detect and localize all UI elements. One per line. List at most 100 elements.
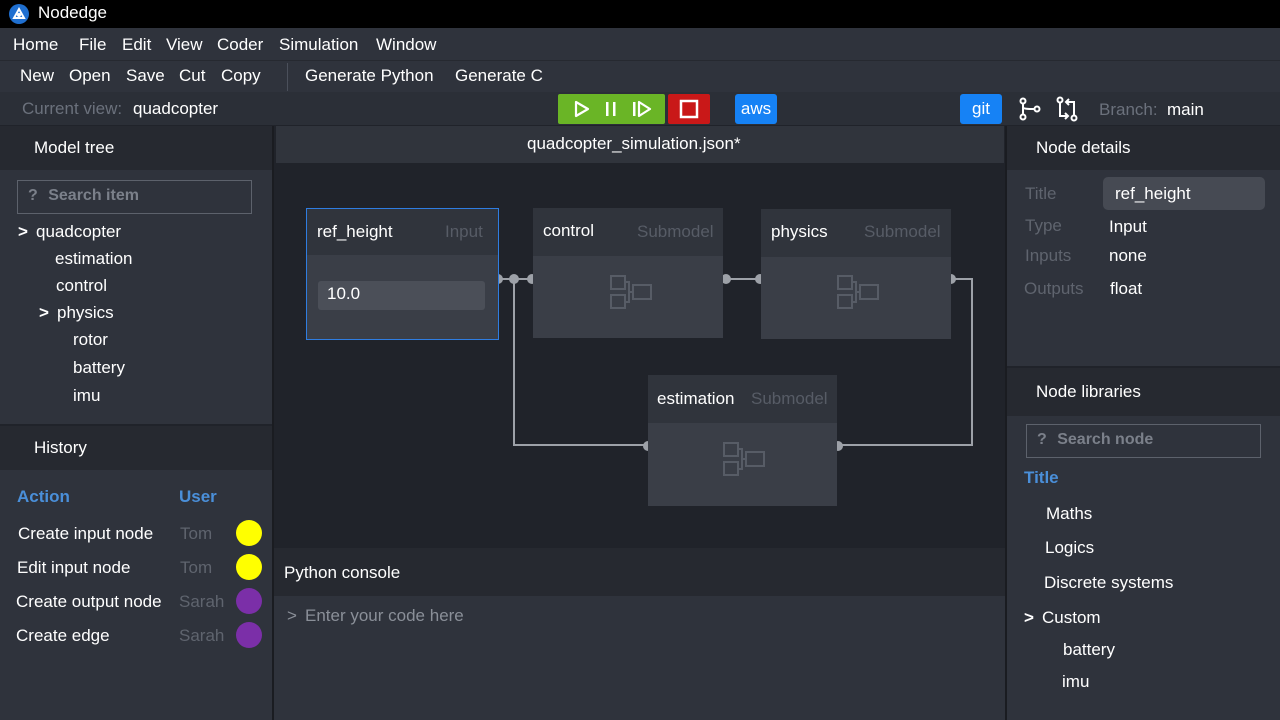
menu-bar: Home File Edit View Coder Simulation Win… [0, 28, 1280, 60]
menu-coder[interactable]: Coder [217, 35, 263, 55]
library-item-imu[interactable]: imu [1062, 672, 1089, 692]
console-header: Python console [284, 563, 401, 582]
cut-button[interactable]: Cut [179, 66, 205, 86]
git-sync-icon[interactable] [1054, 96, 1080, 122]
node-library-search-input[interactable]: ? Search node [1026, 424, 1261, 458]
title-bar [0, 0, 1280, 28]
console-input[interactable]: Enter your code here [305, 606, 464, 626]
inputs-value: none [1109, 246, 1147, 265]
step-forward-icon[interactable] [631, 100, 653, 118]
inputs-label: Inputs [1025, 246, 1072, 265]
submodel-icon [610, 275, 652, 309]
current-view-label: Current view: [22, 99, 123, 118]
menu-simulation[interactable]: Simulation [279, 35, 358, 55]
socket [509, 274, 519, 284]
console-prompt: > [287, 606, 297, 625]
submodel-icon [723, 442, 765, 476]
history-row-action[interactable]: Edit input node [17, 558, 130, 578]
history-col-action: Action [17, 487, 70, 506]
outputs-value: float [1110, 279, 1143, 298]
tree-item-rotor[interactable]: rotor [73, 330, 108, 350]
menu-home[interactable]: Home [13, 35, 58, 55]
node-title: ref_height [317, 222, 393, 241]
menu-window[interactable]: Window [376, 35, 436, 55]
menu-view[interactable]: View [166, 35, 203, 55]
history-row-action[interactable]: Create edge [16, 626, 110, 646]
title-label: Title [1025, 184, 1057, 203]
tree-item-battery[interactable]: battery [73, 358, 125, 378]
model-tree-search-input[interactable]: ? Search item [17, 180, 252, 214]
outputs-label: Outputs [1024, 279, 1084, 298]
help-icon: ? [1037, 431, 1047, 448]
tree-item-estimation[interactable]: estimation [55, 249, 132, 269]
node-physics[interactable]: physics Submodel [761, 209, 951, 339]
history-row-action[interactable]: Create output node [16, 592, 162, 612]
node-libraries-header: Node libraries [1036, 382, 1141, 401]
history-col-user: User [179, 487, 217, 506]
branch-value[interactable]: main [1167, 100, 1204, 120]
git-button[interactable]: git [960, 94, 1002, 124]
copy-button[interactable]: Copy [221, 66, 261, 86]
node-type: Input [445, 222, 483, 241]
user-avatar-dot [236, 622, 262, 648]
user-avatar-dot [236, 588, 262, 614]
history-header: History [34, 438, 87, 457]
stop-icon [679, 99, 699, 119]
help-icon: ? [28, 187, 38, 204]
user-avatar-dot [236, 554, 262, 580]
library-item-logics[interactable]: Logics [1045, 538, 1094, 558]
user-avatar-dot [236, 520, 262, 546]
tree-item-control[interactable]: control [56, 276, 107, 296]
toolbar: New Open Save Cut Copy Generate Python G… [0, 60, 1280, 92]
generate-python-button[interactable]: Generate Python [305, 66, 434, 86]
node-estimation[interactable]: estimation Submodel [648, 375, 837, 506]
file-tab[interactable]: quadcopter_simulation.json* [527, 134, 741, 154]
menu-edit[interactable]: Edit [122, 35, 151, 55]
app-title: Nodedge [38, 3, 108, 22]
submodel-icon [837, 275, 879, 309]
history-row-user: Tom [180, 524, 213, 543]
node-title: physics [771, 222, 828, 241]
aws-button[interactable]: aws [735, 94, 777, 124]
node-ref-height[interactable]: ref_height Input 10.0 [306, 208, 499, 340]
title-input[interactable]: ref_height [1103, 177, 1265, 210]
app-logo-icon [9, 4, 29, 24]
play-icon[interactable] [573, 100, 591, 118]
chevron-right-icon[interactable]: > [39, 303, 49, 323]
simulation-controls [558, 94, 665, 124]
node-title: control [543, 221, 595, 240]
open-button[interactable]: Open [69, 66, 111, 86]
branch-label: Branch: [1099, 100, 1158, 119]
history-row-action[interactable]: Create input node [18, 524, 153, 544]
chevron-right-icon[interactable]: > [18, 222, 28, 242]
git-branch-icon[interactable] [1018, 97, 1042, 121]
node-type: Submodel [864, 222, 941, 241]
node-type: Submodel [637, 222, 714, 241]
history-row-user: Sarah [179, 626, 225, 645]
library-item-custom[interactable]: Custom [1042, 608, 1101, 628]
menu-file[interactable]: File [79, 35, 106, 55]
tree-item-imu[interactable]: imu [73, 386, 100, 406]
node-libraries-panel [1007, 416, 1280, 720]
save-button[interactable]: Save [126, 66, 165, 86]
library-item-maths[interactable]: Maths [1046, 504, 1092, 524]
generate-c-button[interactable]: Generate C [455, 66, 543, 86]
node-details-header: Node details [1036, 138, 1131, 157]
tree-item-physics[interactable]: physics [57, 303, 114, 323]
node-type: Submodel [751, 389, 828, 408]
current-view-value: quadcopter [133, 99, 219, 118]
pause-icon[interactable] [603, 100, 619, 118]
history-row-user: Tom [180, 558, 213, 577]
node-control[interactable]: control Submodel [533, 208, 723, 338]
node-title: estimation [657, 389, 735, 408]
chevron-right-icon[interactable]: > [1024, 608, 1034, 628]
new-button[interactable]: New [20, 66, 54, 86]
tree-item-quadcopter[interactable]: quadcopter [36, 222, 121, 242]
library-item-battery[interactable]: battery [1063, 640, 1115, 660]
type-label: Type [1025, 216, 1062, 235]
stop-button[interactable] [668, 94, 710, 124]
type-value: Input [1109, 217, 1147, 236]
value-input[interactable]: 10.0 [318, 281, 485, 310]
model-tree-header: Model tree [34, 138, 115, 157]
library-item-discrete-systems[interactable]: Discrete systems [1044, 573, 1173, 593]
